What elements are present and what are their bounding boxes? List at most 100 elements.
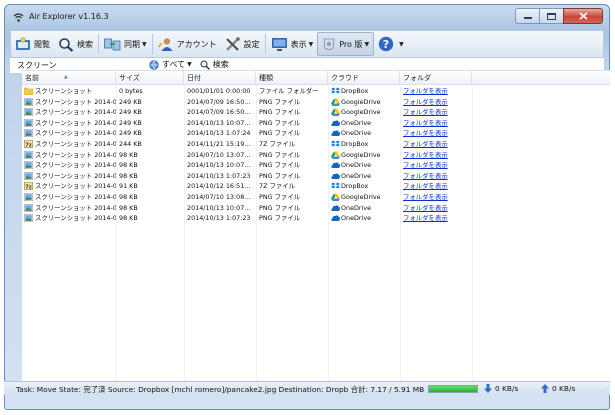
show-folder-link[interactable]: フォルダを表示	[403, 193, 448, 201]
table-row[interactable]: スクリーンショット 2014-0... 98 KB 2014/10/13 10:07…	[22, 160, 610, 171]
file-type: PNG ファイル	[259, 214, 301, 223]
filter-controls: すべて ▼ 検索	[149, 59, 229, 70]
file-date: 2014/07/10 13:08...	[187, 192, 251, 201]
table-row[interactable]: スクリーンショット 2014-0... 249 KB 2014/10/13 10:0…	[22, 118, 610, 129]
cloud-name: GoogleDrive	[341, 150, 381, 159]
table-row[interactable]: スクリーンショット 2014-0... 98 KB 2014/10/13 1:07:…	[22, 213, 610, 224]
status-bar: Task: Move State: 完了済 Source: Dropbox [m…	[4, 381, 610, 395]
show-folder-link[interactable]: フォルダを表示	[403, 214, 448, 222]
png-icon	[24, 192, 33, 201]
file-type: 7Z ファイル	[259, 139, 296, 148]
upload-speed: 0 KB/s	[541, 384, 575, 393]
file-type: PNG ファイル	[259, 118, 301, 127]
file-name-cell: スクリーンショット 2014-0...	[22, 213, 116, 224]
tools-icon	[225, 36, 240, 51]
browse-button[interactable]: 閲覧	[11, 32, 54, 56]
file-date: 2014/11/21 15:19...	[187, 139, 251, 148]
cloud-cell: OneDrive	[328, 203, 400, 214]
folder-cell: フォルダを表示	[400, 97, 472, 108]
show-folder-link[interactable]: フォルダを表示	[403, 108, 448, 116]
sync-icon	[104, 38, 121, 50]
toolbar-separator	[264, 34, 266, 54]
column-header-folder[interactable]: フォルダ	[400, 71, 472, 85]
upload-speed-value: 0 KB/s	[552, 384, 576, 393]
cloud-cell: DropBox	[328, 181, 400, 192]
table-row[interactable]: スクリーンショット 2014-0... 98 KB 2014/07/10 13:08…	[22, 192, 610, 203]
table-row[interactable]: スクリーンショット 2014-0... 98 KB 2014/10/13 1:07:…	[22, 171, 610, 182]
table-row[interactable]: 7z スクリーンショット 2014-0... 91 KB 2014/10/12 16:…	[22, 181, 610, 192]
list-search-button[interactable]: 検索	[200, 59, 229, 70]
file-name: スクリーンショット 2014-0...	[35, 118, 116, 127]
cloud-cell: GoogleDrive	[328, 192, 400, 203]
show-folder-link[interactable]: フォルダを表示	[403, 140, 448, 148]
pro-badge-icon	[323, 38, 335, 50]
progress-fill	[429, 386, 477, 392]
onedrive-icon	[331, 214, 340, 222]
task-status: Task: Move State: 完了済 Source: Dropbox [m…	[16, 385, 425, 394]
show-folder-link[interactable]: フォルダを表示	[403, 151, 448, 159]
settings-button[interactable]: 設定	[221, 32, 264, 56]
table-row[interactable]: スクリーンショット 2014-0... 249 KB 2014/07/09 16:5…	[22, 97, 610, 108]
title-bar[interactable]: Air Explorer v1.16.3	[5, 5, 609, 29]
minimize-button[interactable]	[515, 8, 539, 24]
file-name: スクリーンショット	[35, 87, 93, 95]
cloud-name: OneDrive	[341, 214, 372, 223]
filter-dropdown[interactable]: すべて ▼	[149, 59, 200, 70]
file-type: PNG ファイル	[259, 129, 301, 138]
cloud-cell: GoogleDrive	[328, 150, 400, 161]
pro-button[interactable]: Pro 版 ▼	[317, 32, 375, 56]
view-button[interactable]: 表示 ▼	[267, 32, 318, 56]
file-date: 0001/01/01 0:00:00	[187, 87, 251, 95]
folder-cell: フォルダを表示	[400, 171, 472, 182]
show-folder-link[interactable]: フォルダを表示	[403, 98, 448, 106]
column-header-type[interactable]: 種類	[256, 71, 328, 85]
column-header-name[interactable]: 名前 ▲	[22, 71, 116, 85]
column-header-size[interactable]: サイズ	[116, 71, 184, 85]
show-folder-link[interactable]: フォルダを表示	[403, 161, 448, 169]
cloud-name: GoogleDrive	[341, 108, 381, 117]
file-size: 244 KB	[119, 139, 142, 148]
show-folder-link[interactable]: フォルダを表示	[403, 172, 448, 180]
table-row[interactable]: スクリーンショット 2014-0... 98 KB 2014/10/13 10:07…	[22, 203, 610, 214]
toolbar-separator	[98, 34, 99, 54]
file-size: 98 KB	[119, 150, 138, 159]
monitor-icon	[271, 37, 287, 51]
cloud-cell: OneDrive	[328, 213, 400, 224]
close-button[interactable]	[563, 8, 603, 24]
help-button[interactable]: ? ▼	[374, 32, 408, 56]
show-folder-link[interactable]: フォルダを表示	[403, 182, 448, 190]
table-row[interactable]: スクリーンショット 2014-0... 249 KB 2014/07/09 16:5…	[22, 107, 610, 118]
table-row[interactable]: スクリーンショット 2014-0... 98 KB 2014/07/10 13:07…	[22, 150, 610, 161]
chevron-down-icon: ▼	[142, 40, 147, 48]
table-row[interactable]: スクリーンショット 0 bytes 0001/01/01 0:00:00 ファイル フ…	[22, 86, 610, 97]
show-folder-link[interactable]: フォルダを表示	[403, 129, 448, 137]
dropbox-icon	[331, 87, 340, 95]
show-folder-link[interactable]: フォルダを表示	[403, 204, 448, 212]
file-type: ファイル フォルダー	[259, 87, 319, 95]
file-name-cell: 7z スクリーンショット 2014-0...	[22, 181, 116, 192]
maximize-icon	[547, 12, 556, 20]
column-header-date[interactable]: 日付	[184, 71, 256, 85]
close-icon	[578, 12, 588, 20]
resize-grip-icon[interactable]: ⋰	[601, 386, 608, 394]
show-folder-link[interactable]: フォルダを表示	[403, 87, 448, 95]
maximize-button[interactable]	[539, 8, 563, 24]
folder-cell: フォルダを表示	[400, 203, 472, 214]
file-size: 98 KB	[119, 161, 138, 170]
file-size: 98 KB	[119, 203, 138, 212]
search-button[interactable]: 検索	[54, 32, 97, 56]
account-button[interactable]: アカウント	[154, 32, 221, 56]
account-label: アカウント	[176, 39, 217, 49]
sync-button[interactable]: 同期 ▼	[100, 32, 151, 56]
table-row[interactable]: 7z スクリーンショット 2014-0... 244 KB 2014/11/21 15…	[22, 139, 610, 150]
table-row[interactable]: スクリーンショット 2014-0... 249 KB 2014/10/13 1:07…	[22, 128, 610, 139]
file-name: スクリーンショット 2014-0...	[35, 161, 116, 170]
column-header-cloud[interactable]: クラウド	[328, 71, 400, 85]
download-speed-value: 0 KB/s	[495, 384, 519, 393]
cloud-name: OneDrive	[341, 203, 372, 212]
file-name-cell: スクリーンショット 2014-0...	[22, 118, 116, 129]
png-icon	[24, 203, 33, 212]
show-folder-link[interactable]: フォルダを表示	[403, 119, 448, 127]
help-icon: ?	[378, 36, 394, 52]
cloud-cell: OneDrive	[328, 118, 400, 129]
